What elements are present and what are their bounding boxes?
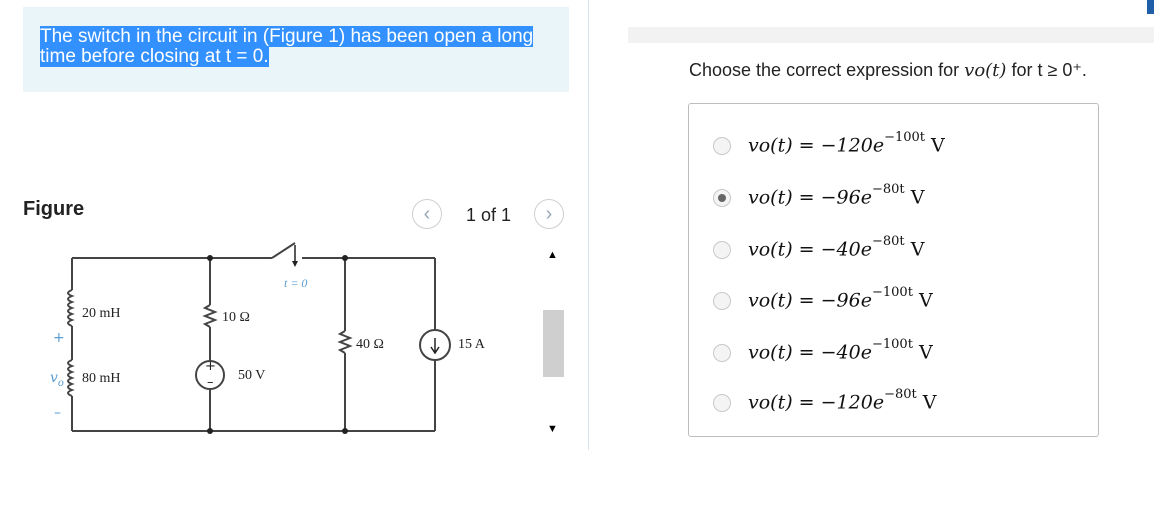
- radio-button[interactable]: [713, 394, 731, 412]
- radio-button[interactable]: [713, 241, 731, 259]
- chevron-left-icon: ‹: [423, 203, 431, 225]
- corner-marker: [1147, 0, 1154, 14]
- figure-title: Figure: [23, 198, 85, 220]
- resistor-10-label: 10 Ω: [222, 310, 250, 325]
- question-text: Choose the correct expression for vo(t) …: [689, 60, 1087, 81]
- option-4[interactable]: vo(t) = −96e−100t V: [713, 284, 1093, 314]
- option-5[interactable]: vo(t) = −40e−100t V: [713, 336, 1093, 366]
- scroll-up-icon[interactable]: ▲: [547, 249, 558, 261]
- header-bar: [628, 27, 1154, 43]
- radio-button[interactable]: [713, 344, 731, 362]
- chevron-right-icon: ›: [545, 203, 553, 225]
- question-lead: Choose the correct expression for: [689, 60, 960, 80]
- prompt-line-2: time before closing at t = 0.: [40, 46, 269, 67]
- option-expression: vo(t) = −40e−80t V: [748, 234, 925, 261]
- option-expression: vo(t) = −120e−100t V: [748, 130, 945, 157]
- answer-options: vo(t) = −120e−100t V vo(t) = −96e−80t V …: [688, 103, 1099, 437]
- option-expression: vo(t) = −96e−80t V: [748, 182, 925, 209]
- figure-scrollbar[interactable]: ▲ ▼: [543, 247, 564, 437]
- option-3[interactable]: vo(t) = −40e−80t V: [713, 233, 1093, 263]
- prompt-text: The switch in the circuit in (Figure 1) …: [40, 26, 534, 67]
- resistor-40-label: 40 Ω: [356, 337, 384, 352]
- vo-label-sub: o: [58, 378, 64, 389]
- vo-plus-sign: +: [53, 330, 65, 346]
- figure-panel: The switch in the circuit in (Figure 1) …: [0, 0, 590, 520]
- option-expression: vo(t) = −120e−80t V: [748, 387, 937, 414]
- source-minus-sign: –: [207, 375, 214, 390]
- prev-figure-button[interactable]: ‹: [412, 199, 442, 229]
- vo-label-main: v: [50, 370, 58, 386]
- current-source-label: 15 A: [458, 337, 486, 352]
- next-figure-button[interactable]: ›: [534, 199, 564, 229]
- vo-minus-sign: –: [54, 405, 61, 421]
- source-plus-sign: +: [205, 359, 216, 374]
- inductor-80mh-label: 80 mH: [82, 371, 121, 386]
- figure-pager: 1 of 1: [466, 205, 512, 225]
- radio-button[interactable]: [713, 292, 731, 310]
- radio-button-selected[interactable]: [713, 189, 731, 207]
- option-2[interactable]: vo(t) = −96e−80t V: [713, 181, 1093, 211]
- switch-label: t = 0: [284, 276, 307, 290]
- circuit-diagram: 20 mH 80 mH 10 Ω 50 V 40 Ω 15 A t = 0 + …: [50, 242, 486, 434]
- option-6[interactable]: vo(t) = −120e−80t V: [713, 386, 1093, 416]
- option-expression: vo(t) = −96e−100t V: [748, 285, 933, 312]
- scroll-down-icon[interactable]: ▼: [547, 423, 558, 435]
- question-cond: for t ≥ 0⁺.: [1011, 60, 1087, 80]
- scrollbar-thumb[interactable]: [543, 310, 564, 377]
- question-func: vo(t): [964, 60, 1007, 81]
- prompt-line-1: The switch in the circuit in (Figure 1) …: [40, 26, 534, 47]
- voltage-source-label: 50 V: [238, 368, 265, 383]
- option-expression: vo(t) = −40e−100t V: [748, 337, 933, 364]
- panel-divider: [588, 0, 589, 450]
- option-1[interactable]: vo(t) = −120e−100t V: [713, 129, 1093, 159]
- radio-button[interactable]: [713, 137, 731, 155]
- inductor-20mh-label: 20 mH: [82, 306, 121, 321]
- vo-label: vo: [50, 370, 64, 389]
